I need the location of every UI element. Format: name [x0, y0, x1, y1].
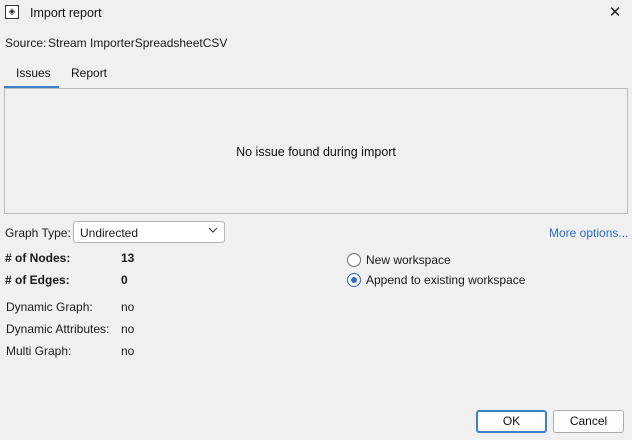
nodes-value: 13: [121, 251, 135, 265]
graph-type-label: Graph Type:: [5, 226, 71, 240]
app-icon: ◈: [5, 5, 19, 19]
edges-label: # of Edges:: [5, 273, 70, 287]
close-button[interactable]: ✕: [598, 0, 632, 26]
multi-graph-label: Multi Graph:: [6, 344, 72, 358]
dynamic-attributes-value: no: [121, 322, 135, 336]
dynamic-graph-label: Dynamic Graph:: [6, 300, 93, 314]
dynamic-attributes-label: Dynamic Attributes:: [6, 322, 110, 336]
append-workspace-label[interactable]: Append to existing workspace: [366, 273, 525, 287]
graph-type-select[interactable]: Undirected: [73, 221, 225, 243]
tab-issues[interactable]: Issues: [16, 66, 51, 86]
source-label: Source:: [5, 36, 47, 50]
ok-button[interactable]: OK: [476, 410, 547, 433]
issues-panel: No issue found during import: [4, 88, 628, 214]
append-workspace-radio[interactable]: [347, 273, 361, 287]
title-bar: ◈ Import report ✕: [0, 0, 632, 28]
new-workspace-radio[interactable]: [347, 253, 361, 267]
new-workspace-label[interactable]: New workspace: [366, 253, 451, 267]
close-icon: ✕: [608, 3, 622, 21]
nodes-label: # of Nodes:: [5, 251, 71, 265]
dynamic-graph-value: no: [121, 300, 135, 314]
edges-value: 0: [121, 273, 128, 287]
multi-graph-value: no: [121, 344, 135, 358]
more-options-link[interactable]: More options...: [549, 226, 628, 240]
window-title: Import report: [30, 6, 102, 20]
issues-message: No issue found during import: [236, 145, 396, 159]
source-value: Stream ImporterSpreadsheetCSV: [48, 36, 228, 50]
graph-type-value: Undirected: [80, 226, 139, 240]
chevron-down-icon: [208, 227, 218, 233]
tab-report[interactable]: Report: [71, 66, 107, 86]
cancel-button[interactable]: Cancel: [553, 410, 624, 433]
